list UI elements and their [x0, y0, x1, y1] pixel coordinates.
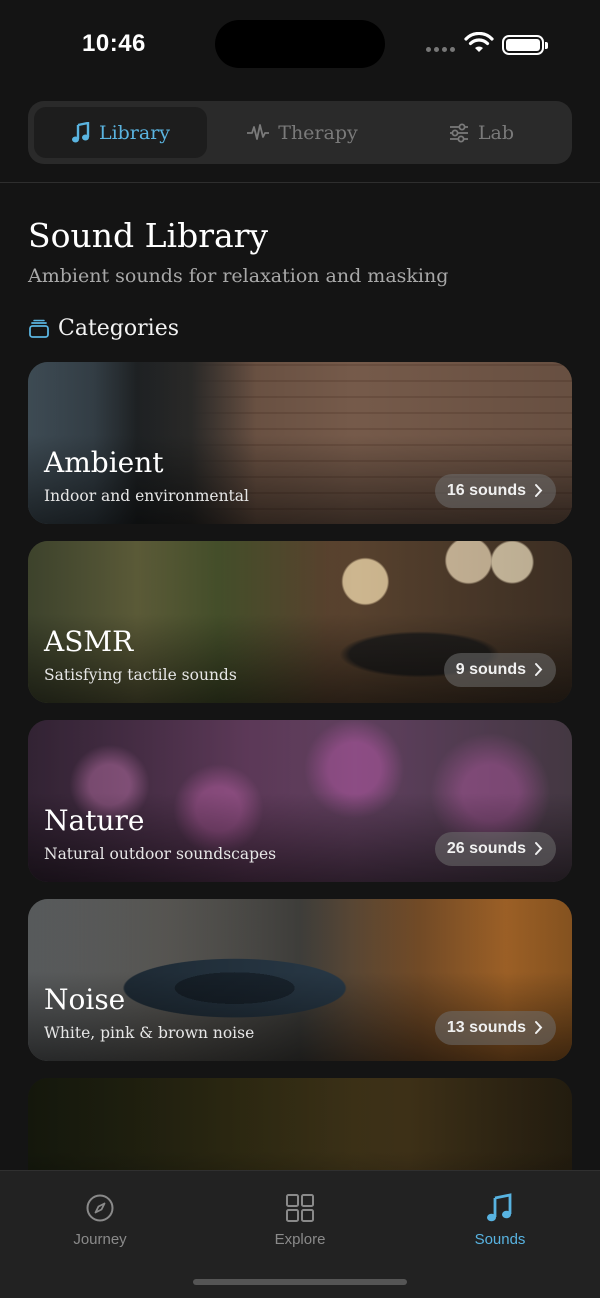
sound-count-badge: 13 sounds: [434, 1011, 556, 1045]
section-header-categories: Categories: [28, 316, 179, 341]
category-card-noise[interactable]: Noise White, pink & brown noise 13 sound…: [28, 899, 572, 1061]
card-title: Noise: [44, 983, 126, 1016]
page-subtitle: Ambient sounds for relaxation and maskin…: [28, 265, 449, 287]
sound-count: 13 sounds: [446, 1019, 526, 1036]
category-card-nature[interactable]: Nature Natural outdoor soundscapes 26 so…: [28, 720, 572, 882]
segment-lab[interactable]: Lab: [396, 107, 566, 158]
chevron-right-icon: [535, 484, 543, 497]
segment-therapy[interactable]: Therapy: [216, 107, 388, 158]
music-note-icon: [71, 121, 90, 142]
sound-count: 9 sounds: [455, 661, 526, 678]
card-description: Indoor and environmental: [44, 487, 249, 505]
card-description: Natural outdoor soundscapes: [44, 845, 277, 863]
section-label: Categories: [58, 316, 179, 341]
sound-count-badge: 16 sounds: [434, 474, 556, 508]
segment-lab-label: Lab: [477, 121, 515, 144]
card-title: Nature: [44, 804, 145, 837]
tab-journey-label: Journey: [73, 1231, 127, 1248]
tab-sounds[interactable]: Sounds: [440, 1193, 560, 1248]
card-description: Satisfying tactile sounds: [44, 666, 237, 684]
home-indicator: [193, 1279, 407, 1285]
category-card-ambient[interactable]: Ambient Indoor and environmental 16 soun…: [28, 362, 572, 524]
waveform-icon: [247, 123, 270, 140]
sound-count-badge: 9 sounds: [443, 653, 556, 687]
card-title: ASMR: [44, 625, 134, 658]
card-title: Ambient: [44, 446, 164, 479]
sound-count: 16 sounds: [446, 482, 526, 499]
tab-sounds-label: Sounds: [474, 1231, 526, 1248]
chevron-right-icon: [535, 663, 543, 676]
sound-count: 26 sounds: [446, 840, 526, 857]
sliders-icon: [449, 123, 468, 142]
grid-icon: [286, 1194, 314, 1222]
status-bar: 10:46: [0, 0, 600, 90]
dynamic-island: [215, 20, 385, 68]
tab-explore[interactable]: Explore: [240, 1193, 360, 1248]
cellular-signal-icon: [426, 47, 455, 52]
music-note-icon: [487, 1193, 512, 1222]
status-time: 10:46: [82, 30, 146, 57]
stack-icon: [29, 319, 49, 338]
card-description: White, pink & brown noise: [44, 1024, 255, 1042]
page-title: Sound Library: [28, 216, 269, 255]
segment-library-label: Library: [98, 121, 171, 144]
chevron-right-icon: [535, 1021, 543, 1034]
category-card-asmr[interactable]: ASMR Satisfying tactile sounds 9 sounds: [28, 541, 572, 703]
segment-library[interactable]: Library: [34, 107, 207, 158]
header-divider: [0, 182, 600, 183]
sound-count-badge: 26 sounds: [434, 832, 556, 866]
compass-icon: [86, 1194, 114, 1222]
chevron-right-icon: [535, 842, 543, 855]
tab-journey[interactable]: Journey: [40, 1193, 160, 1248]
wifi-icon: [464, 32, 494, 52]
mode-segmented-control: Library Therapy Lab: [28, 101, 572, 164]
battery-icon: [502, 35, 548, 55]
tab-explore-label: Explore: [274, 1231, 326, 1248]
segment-therapy-label: Therapy: [278, 121, 358, 144]
